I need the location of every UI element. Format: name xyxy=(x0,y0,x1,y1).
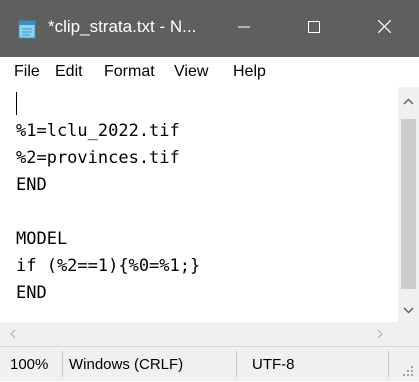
menu-file[interactable]: File xyxy=(14,63,40,81)
menu-view[interactable]: View xyxy=(174,63,208,81)
notepad-window: *clip_strata.txt - N... File Edit Format… xyxy=(0,0,419,381)
menu-help[interactable]: Help xyxy=(233,63,266,81)
line-ending: Windows (CRLF) xyxy=(69,356,184,373)
maximize-button[interactable] xyxy=(279,0,349,57)
scroll-down-arrow-icon[interactable] xyxy=(398,301,419,319)
editor-line: %1=lclu_2022.tif xyxy=(16,121,180,141)
minimize-button[interactable] xyxy=(209,0,279,57)
status-divider xyxy=(236,351,237,377)
resize-grip-icon[interactable] xyxy=(400,363,414,377)
menu-bar: File Edit Format View Help xyxy=(0,57,419,87)
minimize-icon xyxy=(238,20,250,38)
editor-line: END xyxy=(16,175,47,195)
title-bar[interactable]: *clip_strata.txt - N... xyxy=(0,0,419,57)
editor-line: %2=provinces.tif xyxy=(16,148,180,168)
scroll-left-arrow-icon[interactable] xyxy=(5,326,23,342)
editor-line: MODEL xyxy=(16,229,68,249)
text-caret xyxy=(16,92,17,115)
scrollbar-corner xyxy=(398,322,419,346)
maximize-icon xyxy=(308,20,320,38)
zoom-level: 100% xyxy=(10,356,49,373)
horizontal-scrollbar[interactable] xyxy=(0,322,398,346)
status-bar: 100% Windows (CRLF) UTF-8 xyxy=(0,346,419,381)
editor-line: END xyxy=(16,283,47,303)
window-title: *clip_strata.txt - N... xyxy=(48,17,197,36)
close-button[interactable] xyxy=(349,0,419,57)
editor-line: if (%2==1){%0=%1;} xyxy=(16,256,201,276)
text-editor[interactable]: %1=lclu_2022.tif %2=provinces.tif END MO… xyxy=(0,87,398,322)
scroll-right-arrow-icon[interactable] xyxy=(370,326,388,342)
scroll-up-arrow-icon[interactable] xyxy=(398,93,419,111)
vertical-scrollbar[interactable] xyxy=(398,87,419,322)
notepad-icon xyxy=(18,19,36,39)
menu-format[interactable]: Format xyxy=(104,63,155,81)
vertical-scroll-thumb[interactable] xyxy=(401,119,416,289)
encoding: UTF-8 xyxy=(252,356,295,373)
status-divider xyxy=(62,351,63,377)
close-icon xyxy=(377,19,391,38)
status-divider xyxy=(388,351,389,377)
menu-edit[interactable]: Edit xyxy=(55,63,83,81)
